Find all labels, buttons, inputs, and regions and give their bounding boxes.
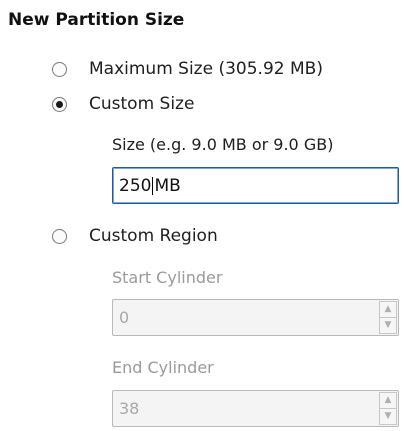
custom-region-radio[interactable]: Custom Region: [52, 223, 218, 249]
start-cylinder-value: 0: [119, 308, 130, 327]
custom-size-radio[interactable]: Custom Size: [52, 91, 194, 117]
size-input[interactable]: 250 MB: [112, 167, 399, 204]
start-cylinder-label: Start Cylinder: [112, 268, 223, 287]
partition-size-panel: New Partition Size Maximum Size (305.92 …: [0, 0, 404, 431]
radio-circle-icon[interactable]: [52, 61, 67, 77]
end-cylinder-stepper[interactable]: ▲ ▼: [379, 392, 397, 425]
maximum-size-radio[interactable]: Maximum Size (305.92 MB): [52, 56, 323, 82]
section-title: New Partition Size: [8, 10, 185, 30]
custom-region-label: Custom Region: [89, 226, 218, 246]
maximum-size-label: Maximum Size (305.92 MB): [89, 59, 323, 79]
end-cylinder-label: End Cylinder: [112, 358, 214, 377]
size-value-unit: MB: [154, 175, 181, 196]
chevron-down-icon[interactable]: ▼: [379, 409, 397, 425]
start-cylinder-stepper[interactable]: ▲ ▼: [379, 301, 397, 334]
size-value-number: 250: [119, 175, 152, 196]
start-cylinder-spinbox[interactable]: 0 ▲ ▼: [112, 299, 399, 336]
radio-circle-icon[interactable]: [52, 228, 67, 244]
chevron-up-icon[interactable]: ▲: [379, 301, 397, 318]
chevron-down-icon[interactable]: ▼: [379, 318, 397, 334]
end-cylinder-value: 38: [119, 399, 140, 418]
chevron-up-icon[interactable]: ▲: [379, 392, 397, 409]
size-field-label: Size (e.g. 9.0 MB or 9.0 GB): [112, 135, 334, 154]
radio-selected-icon[interactable]: [52, 96, 67, 112]
end-cylinder-spinbox[interactable]: 38 ▲ ▼: [112, 390, 399, 427]
custom-size-label: Custom Size: [89, 94, 195, 114]
text-caret: [152, 176, 154, 195]
